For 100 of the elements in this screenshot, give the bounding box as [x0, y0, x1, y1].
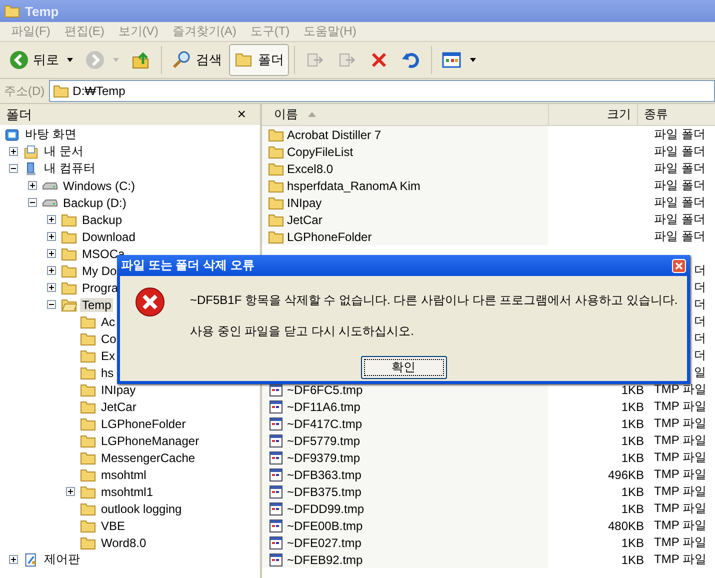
- folder-icon: [80, 416, 96, 430]
- expander-toggle[interactable]: [47, 266, 56, 275]
- folder-icon: [61, 246, 77, 260]
- tree-item[interactable]: outlook logging: [99, 502, 184, 516]
- tree-item[interactable]: JetCar: [99, 400, 138, 414]
- expander-toggle[interactable]: [28, 198, 37, 207]
- folder-icon: [80, 450, 96, 464]
- file-name[interactable]: Excel8.0: [287, 162, 334, 176]
- file-type: 파일 폴더: [654, 195, 706, 209]
- file-type: TMP 파일: [654, 535, 706, 549]
- undo-icon: [401, 50, 421, 70]
- folder-icon: [80, 366, 96, 380]
- tree-item[interactable]: Backup (D:): [61, 196, 128, 210]
- expander-toggle[interactable]: [47, 232, 56, 241]
- file-name[interactable]: JetCar: [287, 212, 322, 226]
- file-type: TMP 파일: [654, 382, 706, 396]
- column-header[interactable]: 크기: [549, 104, 638, 125]
- expander-toggle[interactable]: [66, 487, 75, 496]
- column-header[interactable]: 이름: [262, 104, 549, 125]
- desktop-icon: [4, 128, 20, 142]
- tree-item[interactable]: Temp: [80, 298, 114, 312]
- address-field[interactable]: D:₩Temp: [48, 80, 715, 102]
- tree-item[interactable]: INIpay: [99, 382, 138, 396]
- dialog-message: ~DF5B1F 항목을 삭제할 수 없습니다. 다른 사람이나 다른 프로그램에서 사용하고 있습니다.: [190, 292, 678, 309]
- file-size: 480KB: [608, 518, 644, 532]
- tree-item[interactable]: 바탕 화면: [23, 126, 78, 143]
- back-button[interactable]: 뒤로: [4, 44, 78, 76]
- file-size: 1KB: [621, 536, 644, 550]
- delete-icon: [369, 50, 389, 70]
- tree-item[interactable]: 내 문서: [42, 143, 86, 160]
- expander-toggle[interactable]: [9, 164, 18, 173]
- open-folder-icon: [61, 298, 77, 312]
- file-name[interactable]: CopyFileList: [287, 144, 354, 158]
- file-size: 1KB: [621, 400, 644, 414]
- expander-toggle[interactable]: [28, 181, 37, 190]
- folder-icon: [61, 280, 77, 294]
- expander-toggle[interactable]: [47, 300, 56, 309]
- file-type: TMP 파일: [654, 518, 706, 532]
- file-type: 더: [694, 348, 706, 362]
- tree-item[interactable]: 내 컴퓨터: [42, 160, 98, 177]
- tree-item[interactable]: MessengerCache: [99, 450, 198, 464]
- tree-item[interactable]: Ac: [99, 314, 118, 328]
- close-button[interactable]: ×: [237, 106, 246, 123]
- tree-item[interactable]: LGPhoneManager: [99, 434, 202, 448]
- views-icon: [442, 50, 462, 70]
- folder-icon: [80, 382, 96, 396]
- file-size: 1KB: [621, 552, 644, 566]
- file-size: 1KB: [621, 416, 644, 430]
- tree-item[interactable]: Download: [80, 230, 138, 244]
- folder-icon: [80, 348, 96, 362]
- file-type: TMP 파일: [654, 484, 706, 498]
- file-size: 1KB: [621, 450, 644, 464]
- file-size: 1KB: [621, 382, 644, 396]
- tree-item[interactable]: hs: [99, 366, 116, 380]
- dialog-title: 파일 또는 폴더 삭제 오류: [121, 258, 254, 274]
- file-name[interactable]: INIpay: [287, 196, 322, 210]
- file-type: 더: [694, 297, 706, 311]
- tree-item[interactable]: Ex: [99, 348, 118, 362]
- folder-icon: [52, 84, 69, 98]
- expander-toggle[interactable]: [47, 215, 56, 224]
- expander-toggle[interactable]: [47, 283, 56, 292]
- tree-item[interactable]: Windows (C:): [61, 178, 138, 192]
- file-type: TMP 파일: [654, 467, 706, 481]
- file-type: 일: [694, 365, 706, 379]
- search-button[interactable]: 검색: [167, 44, 227, 76]
- column-header[interactable]: 종류: [638, 104, 715, 125]
- expander-toggle[interactable]: [9, 555, 18, 564]
- tree-item[interactable]: msohtml: [99, 468, 148, 482]
- tree-item[interactable]: msohtml1: [99, 484, 156, 498]
- file-type: TMP 파일: [654, 416, 706, 430]
- file-type: TMP 파일: [654, 399, 706, 413]
- folders-button[interactable]: 폴더: [229, 44, 289, 76]
- ok-button[interactable]: 확인: [360, 356, 446, 379]
- tree-item[interactable]: My Do: [80, 264, 119, 278]
- tree-item[interactable]: LGPhoneFolder: [99, 416, 188, 430]
- folder-icon: [80, 332, 96, 346]
- file-type: 파일 폴더: [654, 212, 706, 226]
- folder-icon: [80, 502, 96, 516]
- expander-toggle[interactable]: [47, 249, 56, 258]
- folder-icon: [61, 230, 77, 244]
- file-type: TMP 파일: [654, 552, 706, 566]
- file-size: 1KB: [621, 434, 644, 448]
- tree-item[interactable]: 제어판: [42, 551, 82, 568]
- folder-icon: [80, 484, 96, 498]
- file-type: TMP 파일: [654, 450, 706, 464]
- close-button[interactable]: [672, 258, 686, 272]
- tree-item[interactable]: Word8.0: [99, 536, 148, 550]
- file-size: 1KB: [621, 502, 644, 516]
- expander-toggle[interactable]: [9, 147, 18, 156]
- file-size: 1KB: [621, 484, 644, 498]
- control-panel-icon: [23, 552, 39, 566]
- file-type: 더: [694, 331, 706, 345]
- tree-item[interactable]: VBE: [99, 518, 128, 532]
- tree-item[interactable]: Co: [99, 332, 118, 346]
- folder-icon: [80, 434, 96, 448]
- tree-item[interactable]: Backup: [80, 212, 124, 226]
- file-type: TMP 파일: [654, 501, 706, 515]
- address-label: 주소(D): [4, 82, 45, 100]
- file-type: 더: [694, 280, 706, 294]
- tree-item[interactable]: Progra: [80, 280, 120, 294]
